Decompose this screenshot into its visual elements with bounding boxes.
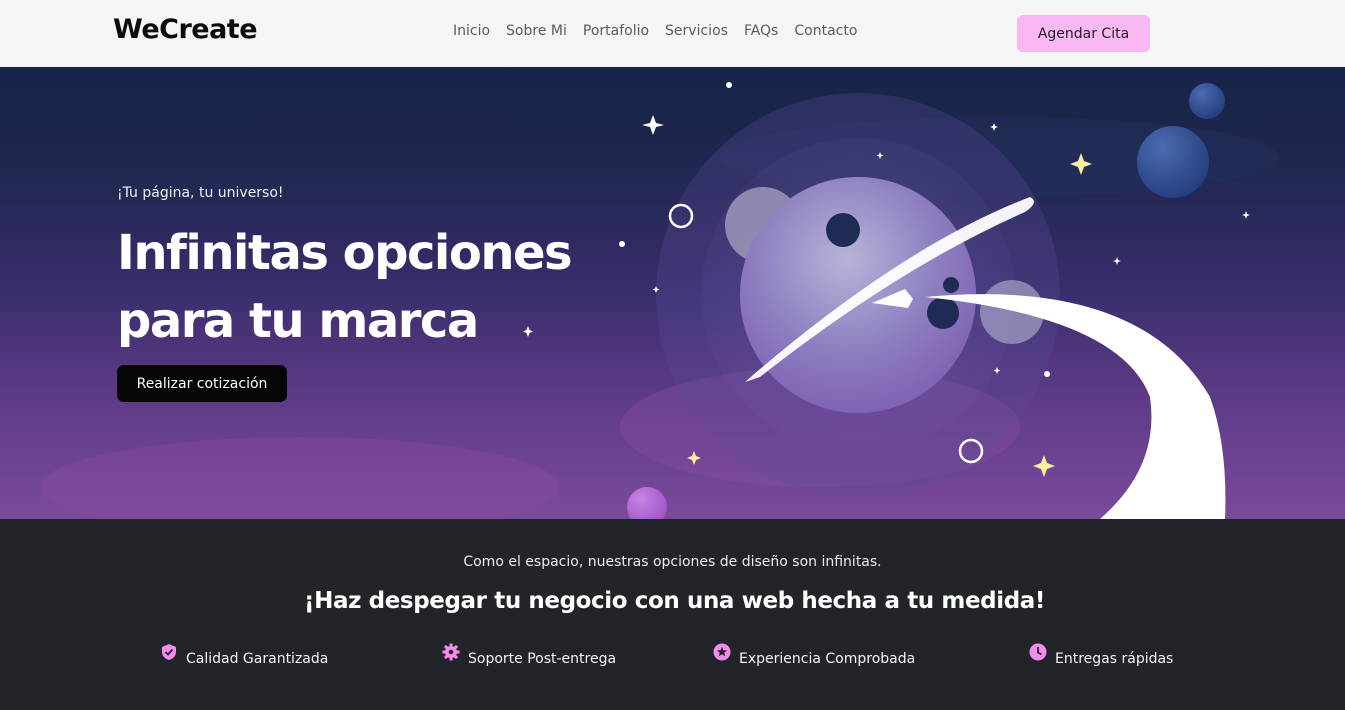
nav-link-faqs[interactable]: FAQs	[744, 23, 778, 39]
feature-item: Calidad Garantizada	[160, 642, 328, 667]
features-title: ¡Haz despegar tu negocio con una web hec…	[304, 588, 1045, 614]
star-dot	[726, 82, 732, 88]
schedule-appointment-button[interactable]: Agendar Cita	[1017, 15, 1150, 52]
planet-crater	[927, 297, 959, 329]
nav-link-portafolio[interactable]: Portafolio	[583, 23, 649, 39]
purple-planet	[627, 487, 667, 519]
feature-item: Entregas rápidas	[1029, 642, 1173, 667]
blue-planet-small	[1189, 83, 1225, 119]
hero-title-line-2: para tu marca	[117, 293, 479, 349]
features-section: Como el espacio, nuestras opciones de di…	[0, 519, 1345, 710]
nav-link-sobre-mi[interactable]: Sobre Mi	[506, 23, 567, 39]
brand-logo[interactable]: WeCreate	[113, 14, 258, 45]
star-yellow	[1033, 455, 1055, 477]
clock-icon	[1029, 643, 1047, 661]
blue-planet-large	[1137, 126, 1209, 198]
hero-title: Infinitas opciones para tu marca	[117, 219, 637, 355]
star-sparkle	[642, 115, 664, 135]
star-dot	[1044, 371, 1050, 377]
feature-label: Calidad Garantizada	[186, 651, 329, 667]
planet-crater	[826, 213, 860, 247]
nav-link-contacto[interactable]: Contacto	[794, 23, 857, 39]
feature-item: Experiencia Comprobada	[713, 642, 915, 667]
planet-crater	[943, 277, 959, 293]
shield-check-icon	[162, 644, 176, 660]
nav-link-inicio[interactable]: Inicio	[453, 23, 490, 39]
gear-icon	[442, 643, 460, 661]
nebula-cloud	[40, 437, 560, 519]
hero-section: ¡Tu página, tu universo! Infinitas opcio…	[0, 67, 1345, 519]
star-badge-icon	[713, 643, 731, 661]
feature-label: Soporte Post-entrega	[468, 651, 617, 667]
hero-kicker: ¡Tu página, tu universo!	[117, 185, 284, 201]
feature-label: Entregas rápidas	[1055, 651, 1174, 667]
nav-links: Inicio Sobre Mi Portafolio Servicios FAQ…	[453, 23, 873, 39]
star-sparkle	[1113, 257, 1121, 265]
feature-item: Soporte Post-entrega	[442, 642, 616, 667]
feature-label: Experiencia Comprobada	[739, 651, 916, 667]
hero-title-line-1: Infinitas opciones	[117, 225, 573, 281]
nav-link-servicios[interactable]: Servicios	[665, 23, 728, 39]
features-subtitle: Como el espacio, nuestras opciones de di…	[463, 554, 882, 570]
star-sparkle	[1242, 211, 1250, 219]
request-quote-button[interactable]: Realizar cotización	[117, 365, 287, 402]
navbar: WeCreate Inicio Sobre Mi Portafolio Serv…	[0, 0, 1345, 67]
